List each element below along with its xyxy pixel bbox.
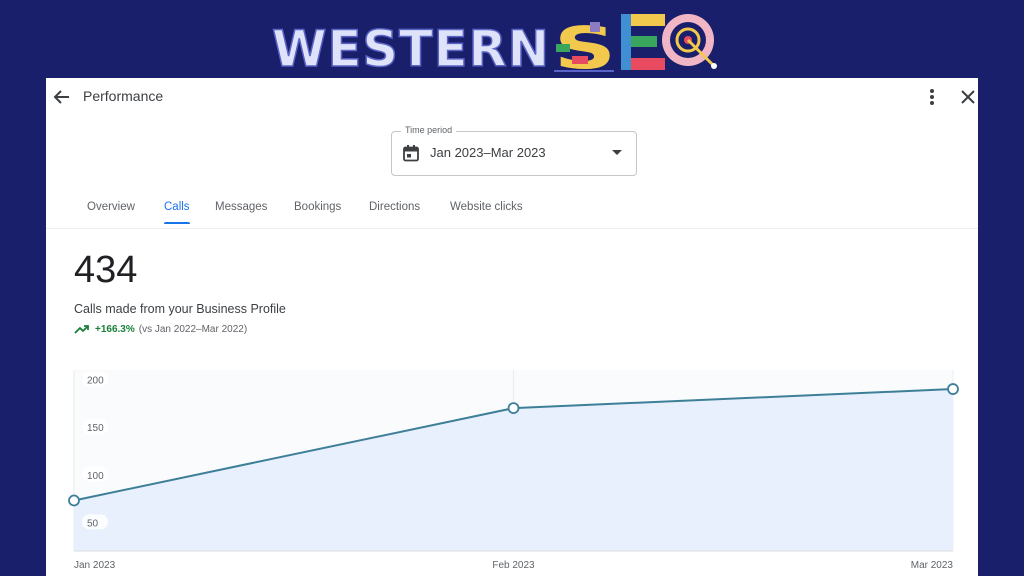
trend-change: +166.3% xyxy=(95,324,135,335)
data-point xyxy=(68,494,80,507)
brand-banner: WESTERN S xyxy=(0,0,1024,78)
metric-tabs: Overview Calls Messages Bookings Directi… xyxy=(46,194,978,229)
westernseo-logo: WESTERN S xyxy=(271,14,717,78)
logo-seo-mark: S xyxy=(554,14,717,78)
tab-overview[interactable]: Overview xyxy=(87,201,135,213)
tab-messages[interactable]: Messages xyxy=(215,201,267,213)
trend-summary: +166.3% (vs Jan 2022–Mar 2022) xyxy=(74,324,247,335)
tab-bookings[interactable]: Bookings xyxy=(294,201,341,213)
arrow-back-icon xyxy=(53,90,69,104)
y-tick-label: 150 xyxy=(87,423,104,434)
x-tick-label: Feb 2023 xyxy=(492,560,535,571)
more-options-button[interactable] xyxy=(922,85,942,109)
close-button[interactable] xyxy=(956,85,978,109)
time-period-label: Time period xyxy=(401,125,457,135)
tab-directions[interactable]: Directions xyxy=(369,201,420,213)
y-tick-label: 50 xyxy=(87,518,99,529)
calendar-icon xyxy=(403,145,419,162)
more-vert-icon xyxy=(930,89,934,105)
data-point xyxy=(507,402,520,415)
page-title: Performance xyxy=(83,88,164,104)
x-tick-label: Jan 2023 xyxy=(74,560,116,571)
calls-chart: 50 100 150 200 Jan 2023 Feb 2023 Mar 2023 xyxy=(68,370,959,571)
calls-total: 434 xyxy=(74,249,138,291)
time-period-select[interactable]: Time period Jan 2023–Mar 2023 xyxy=(391,125,637,176)
trend-comparison: (vs Jan 2022–Mar 2022) xyxy=(138,324,248,335)
y-tick-label: 200 xyxy=(87,376,104,387)
y-tick-label: 100 xyxy=(87,471,104,482)
dropdown-arrow-icon xyxy=(612,150,622,155)
back-button[interactable] xyxy=(50,85,74,109)
close-icon xyxy=(961,90,975,104)
metric-description: Calls made from your Business Profile xyxy=(74,302,286,316)
x-tick-label: Mar 2023 xyxy=(911,560,954,571)
tab-calls[interactable]: Calls xyxy=(164,201,190,224)
data-point xyxy=(947,383,959,395)
performance-panel: Performance Time period Jan 2023–Mar 202… xyxy=(46,78,978,576)
tab-website-clicks[interactable]: Website clicks xyxy=(450,201,523,213)
time-period-value: Jan 2023–Mar 2023 xyxy=(430,145,546,160)
logo-text-western: WESTERN xyxy=(272,20,550,78)
trending-up-icon xyxy=(74,325,89,334)
top-bar: Performance xyxy=(46,78,978,116)
